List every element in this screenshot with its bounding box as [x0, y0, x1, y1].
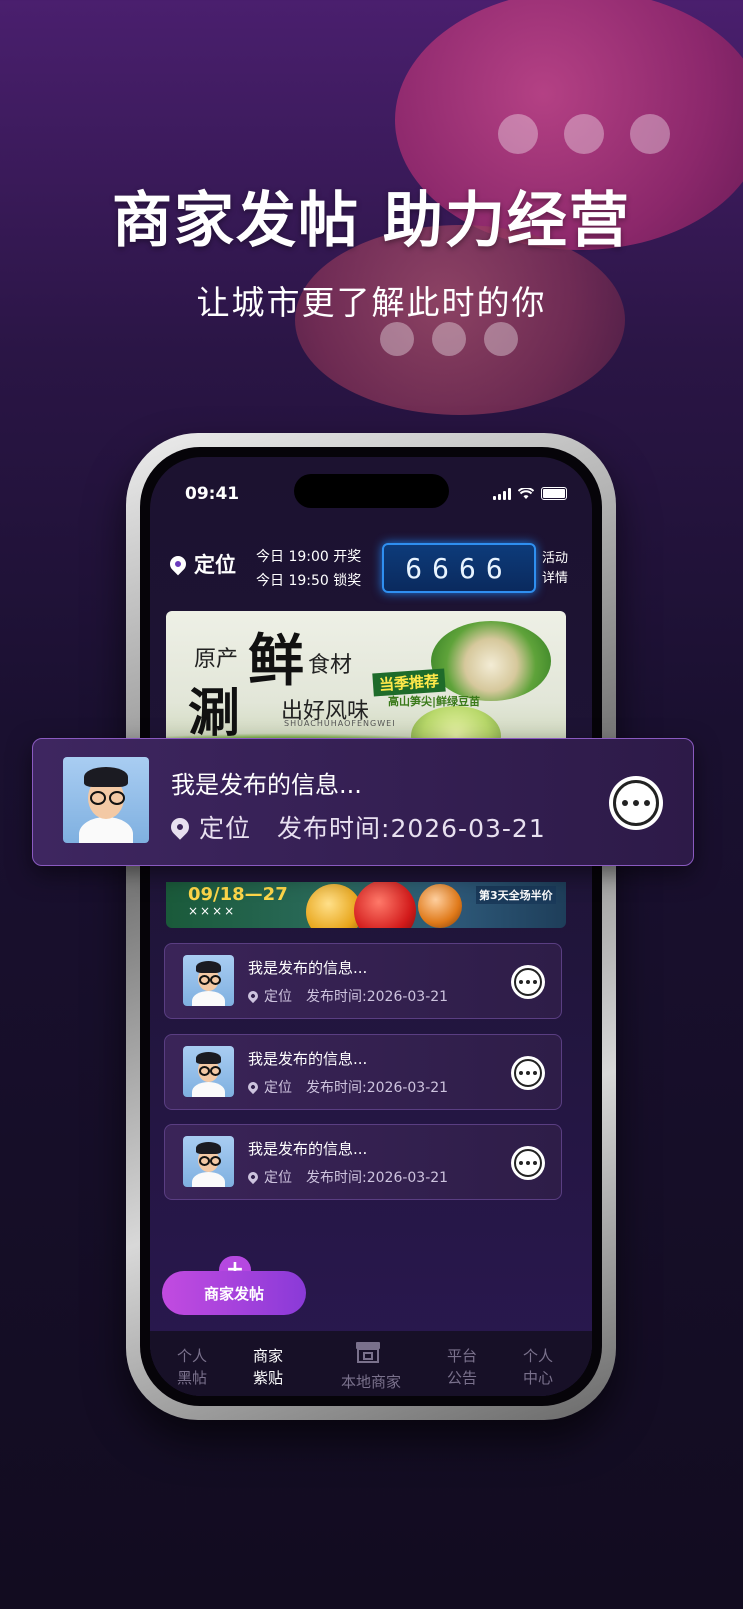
battery-icon: [541, 487, 567, 500]
promo-subheadline: 让城市更了解此时的你: [196, 283, 547, 322]
tab-merchant-purple[interactable]: 商家 紫贴: [248, 1345, 288, 1389]
activity-label: 活动: [542, 551, 569, 566]
location-pin-icon: [167, 814, 193, 840]
tab-personal-black[interactable]: 个人 黑帖: [172, 1345, 212, 1389]
tab-label: 本地商家: [340, 1373, 401, 1391]
banner-text-fresh: 鲜: [248, 628, 304, 694]
tab-bar: 个人 黑帖 商家 紫贴 本地商家 平台 公告 个人 中心: [150, 1331, 592, 1396]
featured-post-card[interactable]: 我是发布的信息... 定位 发布时间:2026-03-21: [32, 738, 694, 866]
banner2-sub: ××××: [188, 904, 237, 918]
post-meta: 定位 发布时间:2026-03-21: [245, 1077, 449, 1097]
bubble-dot: [564, 114, 604, 154]
signal-icon: [493, 487, 511, 500]
billiard-ball-orange: [418, 884, 462, 928]
store-icon: [356, 1342, 380, 1363]
banner-text-rinse: 涮: [188, 683, 241, 744]
activity-details-link[interactable]: 活动 详情: [542, 549, 568, 589]
status-icons: [493, 487, 567, 500]
featured-post-meta: 定位 发布时间:2026-03-21: [167, 809, 546, 845]
tab-label: 个人: [176, 1347, 207, 1365]
location-pin-icon: [166, 552, 190, 576]
post-item[interactable]: 我是发布的信息... 定位 发布时间:2026-03-21: [164, 943, 562, 1019]
featured-post-location: 定位: [199, 814, 252, 843]
banner-text-ingredients: 食材: [308, 653, 353, 678]
location-button[interactable]: 定位: [166, 549, 236, 579]
tab-label: 黑帖: [176, 1369, 207, 1387]
tab-label: 中心: [522, 1369, 553, 1387]
post-time: 发布时间:2026-03-21: [306, 989, 449, 1005]
location-label: 定位: [194, 553, 236, 577]
draw-times: 今日 19:00 开奖 今日 19:50 锁奖: [256, 545, 361, 593]
bubble-dot: [484, 322, 518, 356]
tab-label: 公告: [446, 1369, 477, 1387]
chat-icon[interactable]: [511, 965, 545, 999]
phone-frame: 09:41 定位 今日 19:00 开奖 今日 19:50 锁奖 6666 活动…: [126, 433, 616, 1420]
banner-text-origin: 原产: [194, 647, 239, 672]
post-location: 定位: [264, 1080, 292, 1096]
avatar: [183, 1046, 234, 1097]
salad-image: [431, 621, 551, 701]
post-meta: 定位 发布时间:2026-03-21: [245, 986, 449, 1006]
lottery-counter: 6666: [382, 543, 536, 593]
featured-post-title: 我是发布的信息...: [171, 771, 362, 799]
tab-platform-notice[interactable]: 平台 公告: [442, 1345, 482, 1389]
tab-personal-center[interactable]: 个人 中心: [518, 1345, 558, 1389]
post-time: 发布时间:2026-03-21: [306, 1170, 449, 1186]
location-pin-icon: [245, 1079, 261, 1095]
status-time: 09:41: [185, 484, 240, 504]
banner2-date: 09/18—27: [188, 884, 288, 905]
chat-icon[interactable]: [511, 1056, 545, 1090]
chat-icon[interactable]: [609, 776, 663, 830]
merchant-post-button[interactable]: 商家发帖: [162, 1271, 306, 1315]
featured-post-time: 发布时间:2026-03-21: [277, 814, 546, 843]
tab-label: 个人: [522, 1347, 553, 1365]
post-title: 我是发布的信息...: [248, 959, 368, 977]
tab-label: 商家: [252, 1347, 283, 1365]
post-title: 我是发布的信息...: [248, 1140, 368, 1158]
post-item[interactable]: 我是发布的信息... 定位 发布时间:2026-03-21: [164, 1124, 562, 1200]
app-screen: 09:41 定位 今日 19:00 开奖 今日 19:50 锁奖 6666 活动…: [150, 457, 592, 1396]
post-title: 我是发布的信息...: [248, 1050, 368, 1068]
lock-time: 今日 19:50 锁奖: [256, 573, 362, 589]
bubble-dot: [380, 322, 414, 356]
dynamic-island: [294, 474, 449, 508]
details-label: 详情: [542, 571, 569, 586]
open-time: 今日 19:00 开奖: [256, 549, 362, 565]
avatar: [63, 757, 149, 843]
location-pin-icon: [245, 988, 261, 1004]
billiards-banner[interactable]: 09/18—27 ×××× 第3天全场半价: [166, 882, 566, 928]
post-location: 定位: [264, 1170, 292, 1186]
post-item[interactable]: 我是发布的信息... 定位 发布时间:2026-03-21: [164, 1034, 562, 1110]
chat-icon[interactable]: [511, 1146, 545, 1180]
post-meta: 定位 发布时间:2026-03-21: [245, 1167, 449, 1187]
promo-headline: 商家发帖 助力经营: [112, 186, 631, 256]
tab-local-merchants[interactable]: 本地商家: [326, 1371, 416, 1393]
bubble-dot: [630, 114, 670, 154]
wifi-icon: [518, 487, 534, 499]
post-location: 定位: [264, 989, 292, 1005]
tab-label: 紫贴: [252, 1369, 283, 1387]
location-pin-icon: [245, 1169, 261, 1185]
bubble-dot: [498, 114, 538, 154]
banner-tag-sub: 高山笋尖|鲜绿豆苗: [388, 695, 481, 708]
bubble-dot: [432, 322, 466, 356]
post-time: 发布时间:2026-03-21: [306, 1080, 449, 1096]
banner2-promo-text: 第3天全场半价: [476, 886, 556, 904]
avatar: [183, 1136, 234, 1187]
banner-pinyin: SHUACHUHAOFENGWEI: [284, 719, 396, 728]
billiard-ball-red: [354, 882, 416, 928]
avatar: [183, 955, 234, 1006]
tab-label: 平台: [446, 1347, 477, 1365]
